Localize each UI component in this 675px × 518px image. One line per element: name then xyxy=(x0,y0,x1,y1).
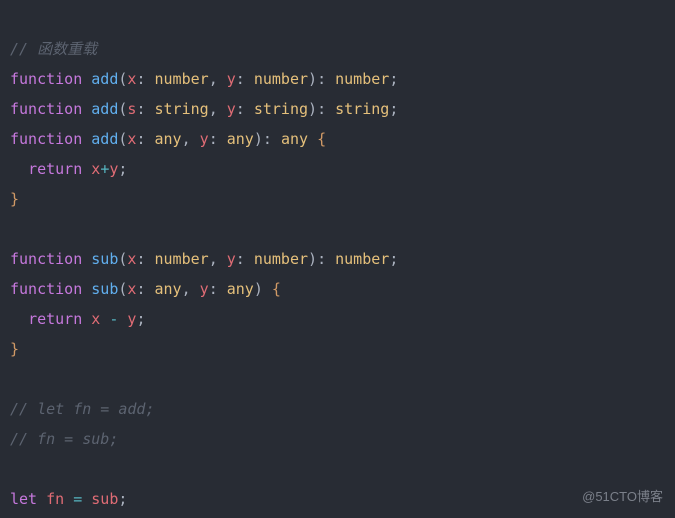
keyword: function xyxy=(10,100,82,118)
keyword: let xyxy=(10,490,37,508)
watermark: @51CTO博客 xyxy=(582,484,663,510)
function-name: add xyxy=(91,130,118,148)
keyword: return xyxy=(28,310,82,328)
keyword: function xyxy=(10,280,82,298)
comment-line: // let fn = add; xyxy=(10,400,155,418)
comment-line: // 函数重载 xyxy=(10,40,97,58)
code-block: // 函数重载 function add(x: number, y: numbe… xyxy=(0,0,675,518)
comment-line: // fn = sub; xyxy=(10,430,118,448)
keyword: function xyxy=(10,70,82,88)
function-name: sub xyxy=(91,280,118,298)
keyword: function xyxy=(10,250,82,268)
function-name: sub xyxy=(91,250,118,268)
function-name: add xyxy=(91,100,118,118)
keyword: return xyxy=(28,160,82,178)
function-name: add xyxy=(91,70,118,88)
keyword: function xyxy=(10,130,82,148)
